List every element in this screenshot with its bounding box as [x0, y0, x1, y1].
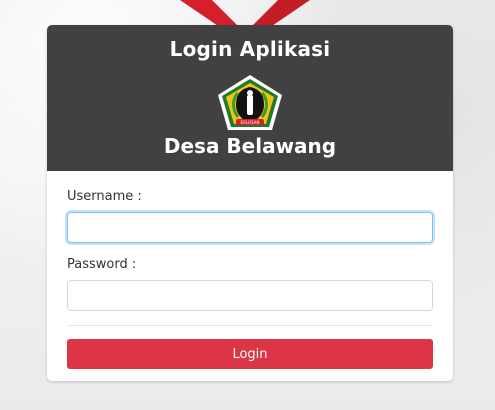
password-input[interactable]: [67, 280, 433, 311]
password-label: Password :: [67, 257, 137, 272]
emblem-text: ERLOSAN: [241, 120, 260, 125]
login-form: Username : Password : Login: [47, 171, 453, 369]
username-group: Username :: [67, 189, 433, 243]
login-button[interactable]: Login: [67, 339, 433, 369]
regency-emblem-icon: ERLOSAN: [214, 73, 286, 133]
form-divider: [67, 325, 433, 326]
village-name: Desa Belawang: [163, 134, 337, 158]
password-group: Password :: [67, 257, 433, 311]
username-input[interactable]: [67, 212, 433, 243]
login-card-header: Login Aplikasi ERLOSAN Desa Belawang: [47, 25, 453, 171]
app-title: Login Aplikasi: [169, 37, 331, 61]
username-label: Username :: [67, 189, 142, 204]
login-card: Login Aplikasi ERLOSAN Desa Belawang Use…: [47, 25, 453, 381]
